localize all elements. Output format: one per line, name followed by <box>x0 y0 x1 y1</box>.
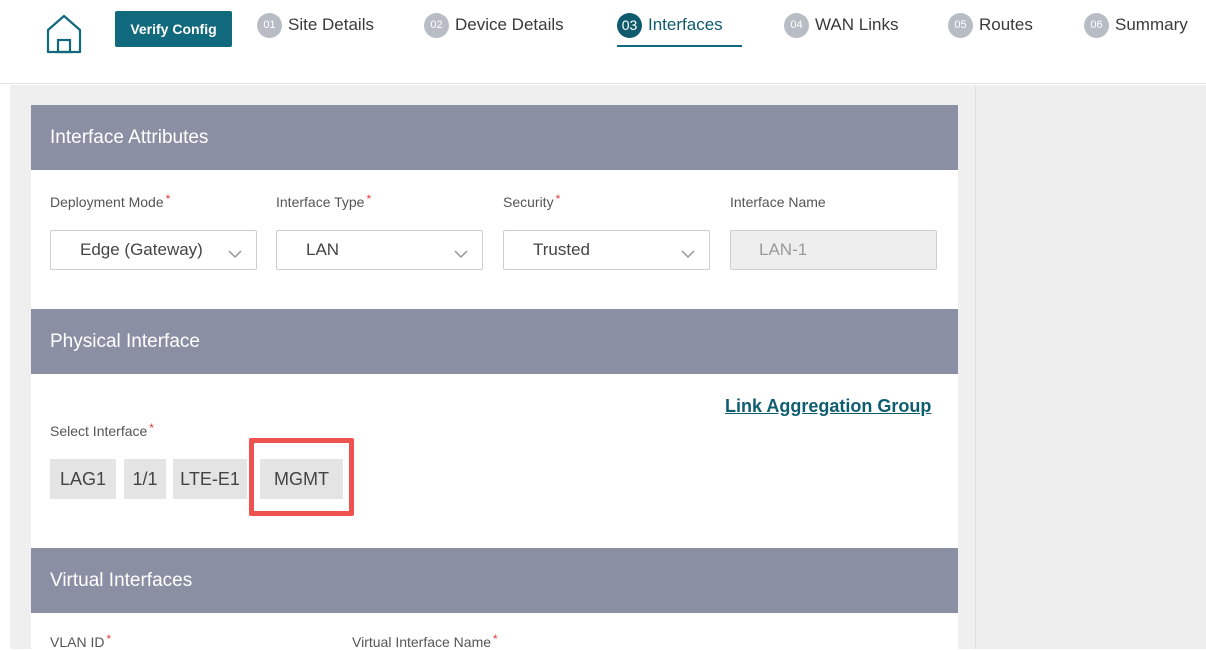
interface-type-select[interactable]: LAN <box>276 230 483 270</box>
step-number: 04 <box>784 12 809 38</box>
section-header-physical-interface: Physical Interface <box>31 309 958 374</box>
step-interfaces[interactable]: 03 Interfaces <box>617 12 723 38</box>
chevron-down-icon <box>681 244 695 264</box>
section-title: Virtual Interfaces <box>50 569 193 591</box>
select-value: Edge (Gateway) <box>80 240 203 259</box>
step-label: Interfaces <box>648 15 723 34</box>
interface-name-field: LAN-1 <box>730 230 937 270</box>
step-device-details[interactable]: 02 Device Details <box>424 12 564 38</box>
section-title: Physical Interface <box>50 330 200 352</box>
step-label: Site Details <box>288 15 374 34</box>
interface-type-label: Interface Type * <box>276 192 372 210</box>
step-number: 05 <box>948 12 973 38</box>
chevron-down-icon <box>228 244 242 264</box>
virtual-interface-name-label: Virtual Interface Name * <box>352 632 498 650</box>
deployment-mode-label: Deployment Mode * <box>50 192 171 210</box>
security-label: Security * <box>503 192 561 210</box>
interface-option-lte-e1[interactable]: LTE-E1 <box>173 459 247 499</box>
section-header-interface-attributes: Interface Attributes <box>31 105 958 170</box>
security-select[interactable]: Trusted <box>503 230 710 270</box>
step-label: WAN Links <box>815 15 899 34</box>
step-label: Summary <box>1115 15 1188 34</box>
select-value: Trusted <box>533 240 591 259</box>
link-aggregation-group-link[interactable]: Link Aggregation Group <box>725 396 931 417</box>
deployment-mode-select[interactable]: Edge (Gateway) <box>50 230 257 270</box>
verify-config-button[interactable]: Verify Config <box>115 11 232 47</box>
highlight-box <box>249 438 354 516</box>
select-interface-label: Select Interface * <box>50 421 154 439</box>
required-marker: * <box>106 632 112 646</box>
section-header-virtual-interfaces: Virtual Interfaces <box>31 548 958 613</box>
interface-name-label: Interface Name <box>730 194 826 210</box>
required-marker: * <box>493 632 498 646</box>
step-site-details[interactable]: 01 Site Details <box>257 12 374 38</box>
step-number: 02 <box>424 12 449 38</box>
section-title: Interface Attributes <box>50 126 209 148</box>
wizard-header: Verify Config 01 Site Details 02 Device … <box>0 0 1206 84</box>
step-label: Device Details <box>455 15 564 34</box>
step-number: 03 <box>617 12 642 38</box>
step-number: 01 <box>257 12 282 38</box>
chevron-down-icon <box>454 244 468 264</box>
interface-option-lag1[interactable]: LAG1 <box>50 459 116 499</box>
field-value: LAN-1 <box>759 240 808 259</box>
step-routes[interactable]: 05 Routes <box>948 12 1033 38</box>
step-label: Routes <box>979 15 1033 34</box>
required-marker: * <box>555 192 561 206</box>
interface-option-1-1[interactable]: 1/1 <box>124 459 166 499</box>
active-step-underline <box>617 45 742 47</box>
step-summary[interactable]: 06 Summary <box>1084 12 1188 38</box>
step-wan-links[interactable]: 04 WAN Links <box>784 12 898 38</box>
select-value: LAN <box>306 240 340 259</box>
required-marker: * <box>366 192 372 206</box>
interface-form-card: Interface Attributes Deployment Mode * In… <box>31 105 958 650</box>
step-number: 06 <box>1084 12 1109 38</box>
required-marker: * <box>149 421 154 435</box>
right-panel <box>975 85 1206 649</box>
required-marker: * <box>165 192 171 206</box>
vlan-id-label: VLAN ID * <box>50 632 112 650</box>
home-icon[interactable] <box>44 12 84 56</box>
